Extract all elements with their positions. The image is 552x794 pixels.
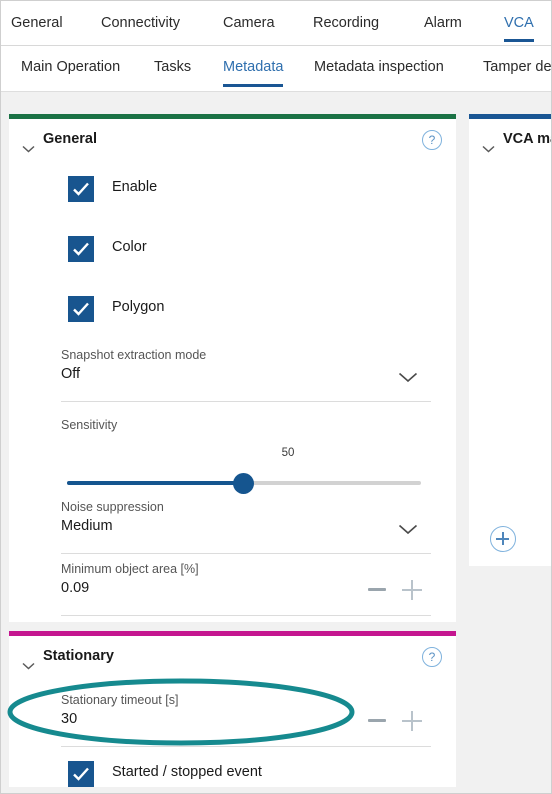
- tab-metadata-label: Metadata: [223, 59, 284, 75]
- vca-mask-card-title: VCA ma: [503, 131, 551, 147]
- checkbox-row-started-stopped-event[interactable]: Started / stopped event: [68, 761, 368, 787]
- general-card-title: General: [43, 131, 97, 147]
- stationary-card: Stationary ? Stationary timeout [s] 30 S…: [9, 631, 456, 787]
- plus-icon[interactable]: [402, 580, 422, 600]
- noise-suppression-label: Noise suppression: [61, 500, 164, 514]
- vca-mask-card: VCA ma: [469, 114, 551, 566]
- primary-tab-bar: General Connectivity Camera Recording Al…: [1, 1, 551, 46]
- tab-metadata-inspection[interactable]: Metadata inspection: [314, 46, 444, 91]
- tab-general[interactable]: General: [11, 1, 63, 45]
- enable-checkbox[interactable]: [68, 176, 94, 202]
- tab-main-operation[interactable]: Main Operation: [21, 46, 120, 91]
- sensitivity-slider-group: Sensitivity 50: [61, 418, 431, 494]
- tab-tamper-detection-label: Tamper de: [483, 59, 552, 75]
- tab-camera-label: Camera: [223, 15, 275, 31]
- tab-tasks[interactable]: Tasks: [154, 46, 191, 91]
- tab-camera[interactable]: Camera: [223, 1, 275, 45]
- tab-tasks-label: Tasks: [154, 59, 192, 75]
- chevron-down-icon[interactable]: [22, 657, 35, 670]
- tab-connectivity[interactable]: Connectivity: [101, 1, 180, 45]
- app-frame: General Connectivity Camera Recording Al…: [0, 0, 552, 794]
- chevron-down-icon[interactable]: [398, 370, 418, 383]
- help-icon[interactable]: ?: [422, 130, 442, 150]
- general-card-header[interactable]: General ?: [9, 119, 456, 167]
- checkbox-row-color[interactable]: Color: [68, 236, 328, 262]
- tab-tamper-detection[interactable]: Tamper de: [483, 46, 552, 91]
- minimum-object-area-label: Minimum object area [%]: [61, 562, 199, 576]
- general-card: General ? Enable Color Polygon Snapshot …: [9, 114, 456, 622]
- tab-metadata-inspection-label: Metadata inspection: [314, 59, 444, 75]
- stationary-timeout-value: 30: [61, 711, 78, 727]
- tab-main-operation-label: Main Operation: [21, 59, 121, 75]
- stationary-timeout-label: Stationary timeout [s]: [61, 693, 179, 707]
- snapshot-extraction-mode-label: Snapshot extraction mode: [61, 348, 207, 362]
- plus-circle-icon[interactable]: [490, 526, 516, 552]
- sensitivity-label: Sensitivity: [61, 418, 118, 432]
- enable-checkbox-label: Enable: [112, 179, 158, 195]
- plus-icon[interactable]: [402, 711, 422, 731]
- tab-recording-label: Recording: [313, 15, 380, 31]
- tab-vca[interactable]: VCA: [504, 1, 534, 45]
- stationary-timeout-stepper[interactable]: Stationary timeout [s] 30: [61, 693, 431, 747]
- tab-connectivity-label: Connectivity: [101, 15, 180, 31]
- checkbox-row-polygon[interactable]: Polygon: [68, 296, 328, 322]
- minus-icon[interactable]: [368, 588, 386, 591]
- tab-alarm-label: Alarm: [424, 15, 462, 31]
- tab-alarm[interactable]: Alarm: [424, 1, 462, 45]
- help-icon[interactable]: ?: [422, 647, 442, 667]
- tab-general-label: General: [11, 15, 63, 31]
- stationary-card-header[interactable]: Stationary ?: [9, 636, 456, 684]
- polygon-checkbox-label: Polygon: [112, 299, 165, 315]
- stationary-card-title: Stationary: [43, 648, 114, 664]
- color-checkbox-label: Color: [112, 239, 147, 255]
- tab-vca-active-underline: [504, 39, 534, 42]
- snapshot-extraction-mode-select[interactable]: Snapshot extraction mode Off: [61, 348, 431, 402]
- minimum-object-area-value: 0.09: [61, 580, 90, 596]
- tab-metadata-active-underline: [223, 84, 284, 87]
- tab-vca-label: VCA: [504, 15, 534, 31]
- chevron-down-icon[interactable]: [22, 140, 35, 153]
- chevron-down-icon[interactable]: [398, 522, 418, 535]
- secondary-tab-bar: Main Operation Tasks Metadata Metadata i…: [1, 46, 552, 92]
- noise-suppression-select[interactable]: Noise suppression Medium: [61, 500, 431, 554]
- polygon-checkbox[interactable]: [68, 296, 94, 322]
- minimum-object-area-stepper[interactable]: Minimum object area [%] 0.09: [61, 562, 431, 616]
- started-stopped-event-checkbox[interactable]: [68, 761, 94, 787]
- checkbox-row-enable[interactable]: Enable: [68, 176, 328, 202]
- sensitivity-slider-fill: [67, 481, 244, 485]
- color-checkbox[interactable]: [68, 236, 94, 262]
- chevron-down-icon[interactable]: [482, 140, 495, 153]
- tab-metadata[interactable]: Metadata: [223, 46, 284, 91]
- snapshot-extraction-mode-value: Off: [61, 366, 81, 382]
- noise-suppression-value: Medium: [61, 518, 113, 534]
- sensitivity-slider-thumb[interactable]: [233, 472, 254, 494]
- started-stopped-event-checkbox-label: Started / stopped event: [112, 764, 262, 780]
- vca-mask-card-header[interactable]: VCA ma: [469, 119, 551, 167]
- sensitivity-value: 50: [281, 447, 295, 459]
- minus-icon[interactable]: [368, 719, 386, 722]
- tab-recording[interactable]: Recording: [313, 1, 379, 45]
